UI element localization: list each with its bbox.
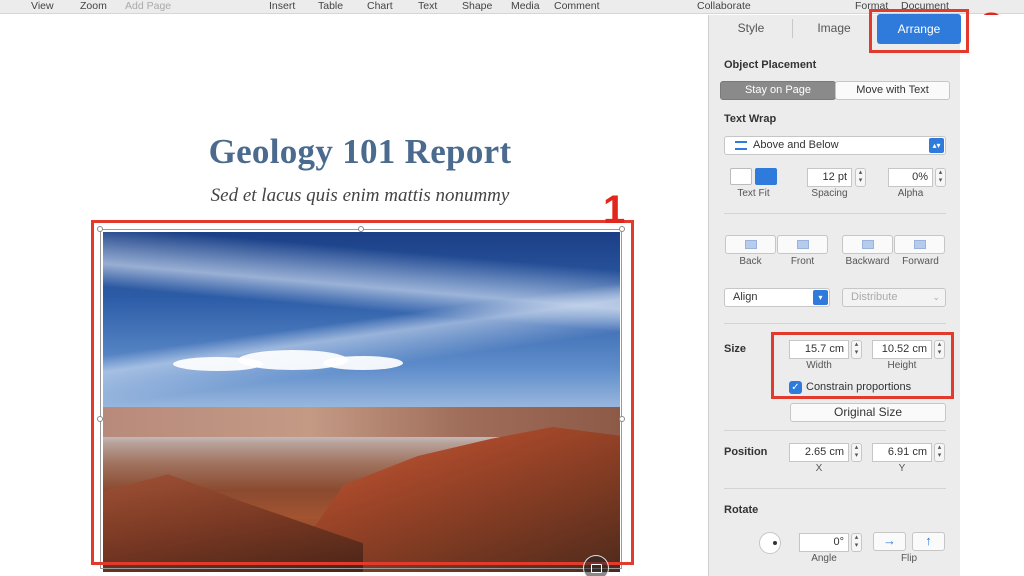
move-with-text-button[interactable]: Move with Text	[835, 81, 950, 100]
toolbar-text-button[interactable]: Text	[418, 0, 437, 12]
alpha-field[interactable]: 0%	[888, 168, 933, 187]
alpha-stepper[interactable]: ▴ ▾	[935, 168, 946, 187]
toolbar-view-button[interactable]: View	[31, 0, 54, 12]
margin-area	[960, 15, 1024, 576]
alpha-label: Alpha	[897, 188, 924, 199]
angle-field[interactable]: 0°	[799, 533, 849, 552]
spacing-field[interactable]: 12 pt	[807, 168, 852, 187]
backward-label: Backward	[845, 256, 890, 267]
wrap-above-below-icon	[735, 141, 747, 150]
angle-label: Angle	[811, 553, 837, 564]
chevron-down-icon: ⌄	[932, 292, 940, 302]
original-size-button[interactable]: Original Size	[790, 403, 946, 422]
rotate-dial[interactable]	[759, 532, 781, 554]
tab-style[interactable]: Style	[711, 15, 791, 42]
send-to-back-icon	[745, 240, 757, 249]
arrow-right-icon: →	[883, 533, 896, 548]
toolbar-zoom-button[interactable]: Zoom	[80, 0, 107, 12]
align-label: Align	[733, 291, 758, 303]
text-fit-label: Text Fit	[737, 188, 770, 199]
toolbar-shape-button[interactable]: Shape	[462, 0, 492, 12]
position-y-field[interactable]: 6.91 cm	[872, 443, 932, 462]
send-backward-icon	[862, 240, 874, 249]
callout-frame-arrange	[869, 9, 969, 53]
forward-button[interactable]	[894, 235, 945, 254]
text-fit-box-icon[interactable]	[730, 168, 752, 185]
chevron-down-icon: ▾	[813, 290, 828, 305]
chevron-updown-icon: ▴▾	[929, 138, 944, 153]
media-replace-button[interactable]	[583, 555, 609, 576]
toolbar-table-button[interactable]: Table	[318, 0, 343, 12]
text-wrap-select[interactable]: Above and Below ▴▾	[724, 136, 946, 155]
callout-frame-size	[771, 332, 954, 399]
stay-on-page-button[interactable]: Stay on Page	[720, 81, 836, 100]
front-label: Front	[790, 256, 815, 267]
spacing-stepper[interactable]: ▴ ▾	[855, 168, 866, 187]
callout-frame-image	[91, 220, 634, 565]
front-button[interactable]	[777, 235, 828, 254]
text-fit-shape-icon[interactable]	[755, 168, 777, 185]
document-subtitle[interactable]: Sed et lacus quis enim mattis nonummy	[100, 185, 620, 207]
section-divider	[724, 430, 946, 431]
backward-button[interactable]	[842, 235, 893, 254]
tab-divider	[792, 19, 793, 38]
flip-label: Flip	[900, 553, 918, 564]
angle-stepper[interactable]: ▴ ▾	[851, 533, 862, 552]
position-heading: Position	[724, 446, 768, 458]
position-x-field[interactable]: 2.65 cm	[789, 443, 849, 462]
object-placement-heading: Object Placement	[724, 59, 817, 71]
align-select[interactable]: Align ▾	[724, 288, 830, 307]
flip-horizontal-button[interactable]: →	[873, 532, 906, 551]
section-divider	[724, 213, 946, 214]
toolbar-media-button[interactable]: Media	[511, 0, 540, 12]
arrow-up-icon: ↑	[925, 533, 932, 548]
toolbar-collaborate-button[interactable]: Collaborate	[697, 0, 751, 12]
position-x-label: X	[815, 463, 823, 474]
document-title[interactable]: Geology 101 Report	[100, 132, 620, 172]
text-wrap-heading: Text Wrap	[724, 113, 777, 125]
callout-number-1: 1	[603, 188, 626, 232]
tab-image[interactable]: Image	[794, 15, 874, 42]
size-heading: Size	[724, 343, 747, 355]
toolbar-chart-button[interactable]: Chart	[367, 0, 393, 12]
bring-forward-icon	[914, 240, 926, 249]
toolbar-insert-button[interactable]: Insert	[269, 0, 295, 12]
position-y-label: Y	[898, 463, 906, 474]
spacing-label: Spacing	[811, 188, 848, 199]
section-divider	[724, 323, 946, 324]
rotate-heading: Rotate	[724, 504, 759, 516]
toolbar-comment-button[interactable]: Comment	[554, 0, 600, 12]
distribute-select[interactable]: Distribute ⌄	[842, 288, 946, 307]
distribute-label: Distribute	[851, 291, 898, 303]
back-label: Back	[739, 256, 762, 267]
forward-label: Forward	[902, 256, 939, 267]
rotate-dial-indicator	[773, 541, 777, 545]
image-icon	[591, 564, 602, 573]
position-y-stepper[interactable]: ▴ ▾	[934, 443, 945, 462]
text-wrap-value: Above and Below	[753, 139, 839, 151]
position-x-stepper[interactable]: ▴ ▾	[851, 443, 862, 462]
bring-to-front-icon	[797, 240, 809, 249]
flip-vertical-button[interactable]: ↑	[912, 532, 945, 551]
back-button[interactable]	[725, 235, 776, 254]
toolbar-add-page-button[interactable]: Add Page	[125, 0, 171, 12]
section-divider	[724, 488, 946, 489]
